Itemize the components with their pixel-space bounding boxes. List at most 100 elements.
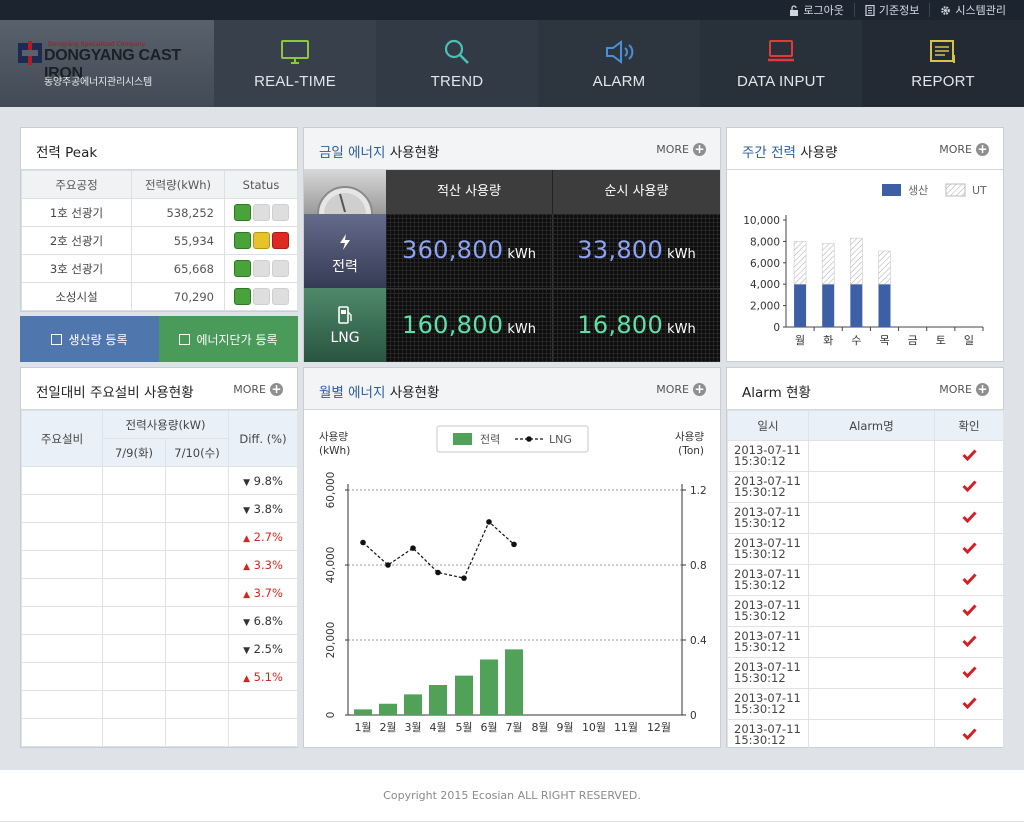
today-energy-title: 금일 에너지 사용현황	[319, 145, 440, 161]
diff-cell: ▲ 5.1%	[228, 662, 298, 691]
gauge-cell	[304, 170, 386, 215]
lng-point	[461, 575, 467, 581]
alarm-name	[808, 440, 935, 472]
diff-cell	[228, 718, 298, 747]
alarm-confirm-cell[interactable]	[934, 626, 1004, 658]
x-tick-label: 2월	[379, 721, 396, 734]
logout-link[interactable]: 로그아웃	[779, 3, 853, 17]
alarm-confirm-cell[interactable]	[934, 564, 1004, 596]
x-tick-label: 12월	[647, 721, 671, 734]
lng-point	[486, 519, 492, 525]
alarm-confirm-cell[interactable]	[934, 440, 1004, 472]
nav-data-input-label: DATA INPUT	[736, 73, 826, 90]
alarm-datetime: 2013-07-11 15:30:12	[727, 595, 809, 627]
alarm-row[interactable]: 2013-07-11 15:30:12	[727, 502, 1004, 534]
power-value: 55,934	[131, 226, 225, 255]
fuel-icon	[338, 306, 352, 324]
brand-logo[interactable]: Dongyang Specialized Company DONGYANG CA…	[0, 20, 214, 107]
nav-trend[interactable]: TREND	[376, 20, 538, 107]
alarm-confirm-cell[interactable]	[934, 595, 1004, 627]
x-tick-label: 7월	[505, 721, 522, 734]
table-row: ▲ 5.1%	[21, 662, 298, 691]
total-usage-header: 적산 사용량	[386, 170, 553, 214]
alarm-confirm-cell[interactable]	[934, 471, 1004, 503]
checkmark-icon	[961, 510, 977, 523]
y-tick-label: 2,000	[750, 301, 780, 313]
alarm-row[interactable]: 2013-07-11 15:30:12	[727, 626, 1004, 658]
nav-realtime[interactable]: REAL-TIME	[214, 20, 376, 107]
checkbox-icon	[179, 333, 191, 345]
power-bar	[480, 659, 498, 715]
nav-report[interactable]: REPORT	[862, 20, 1024, 107]
diff-cell: ▼ 9.8%	[228, 466, 298, 495]
status-lamp	[271, 232, 289, 249]
lng-total-cell: 160,800 kWh	[386, 288, 553, 362]
process-name: 2호 선광기	[21, 226, 132, 255]
weekly-power-title: 주간 전력 사용량	[742, 145, 838, 161]
legend-production-label: 생산	[908, 184, 928, 197]
table-row: ▲ 3.7%	[21, 578, 298, 607]
day2-cell	[165, 690, 229, 719]
status-lamp	[252, 232, 270, 249]
today-energy-more[interactable]: MORE +	[656, 143, 706, 156]
process-name: 3호 선광기	[21, 254, 132, 283]
diff-cell: ▲ 3.7%	[228, 578, 298, 607]
register-unit-price-label: 에너지단가 등록	[196, 332, 278, 347]
alarm-time: 15:30:12	[734, 516, 786, 530]
col-datetime: 일시	[727, 410, 809, 441]
nav-report-label: REPORT	[911, 73, 975, 90]
y-tick-label: 8,000	[750, 236, 780, 248]
alarm-row[interactable]: 2013-07-11 15:30:12	[727, 657, 1004, 689]
diff-cell: ▼ 2.5%	[228, 634, 298, 663]
speaker-icon	[606, 40, 634, 64]
alarm-row[interactable]: 2013-07-11 15:30:12	[727, 719, 1004, 751]
equipment-cell	[21, 690, 103, 719]
alarm-status-more[interactable]: MORE +	[939, 383, 989, 396]
power-total-value: 360,800	[402, 236, 504, 264]
lng-total-value: 160,800	[402, 311, 504, 339]
alarm-confirm-cell[interactable]	[934, 688, 1004, 720]
alarm-row[interactable]: 2013-07-11 15:30:12	[727, 440, 1004, 472]
alarm-status-panel: Alarm 현황 MORE + 일시 Alarm명 확인 2013-07-11 15:30…	[726, 367, 1004, 751]
nav-alarm[interactable]: ALARM	[538, 20, 700, 107]
power-instant-cell: 33,800 kWh	[553, 214, 720, 288]
alarm-time: 15:30:12	[734, 454, 786, 468]
production-bar	[878, 284, 891, 327]
alarm-row[interactable]: 2013-07-11 15:30:12	[727, 564, 1004, 596]
system-admin-link[interactable]: 시스템관리	[929, 3, 1016, 17]
weekly-power-more[interactable]: MORE +	[939, 143, 989, 156]
equipment-comparison-more[interactable]: MORE +	[233, 383, 283, 396]
table-row: ▲ 2.7%	[21, 522, 298, 551]
register-production-button[interactable]: 생산량 등록	[20, 316, 159, 362]
alarm-row[interactable]: 2013-07-11 15:30:12	[727, 471, 1004, 503]
alarm-row[interactable]: 2013-07-11 15:30:12	[727, 533, 1004, 565]
alarm-time: 15:30:12	[734, 609, 786, 623]
power-bar	[505, 649, 523, 715]
alarm-confirm-cell[interactable]	[934, 533, 1004, 565]
status-lamps	[224, 198, 298, 227]
alarm-confirm-cell[interactable]	[934, 657, 1004, 689]
x-tick-label: 5월	[455, 721, 472, 734]
alarm-confirm-cell[interactable]	[934, 719, 1004, 751]
alarm-row[interactable]: 2013-07-11 15:30:12	[727, 688, 1004, 720]
monthly-energy-more[interactable]: MORE +	[656, 383, 706, 396]
register-production-label: 생산량 등록	[68, 332, 128, 347]
y2-tick-label: 0.8	[690, 560, 707, 572]
alarm-row[interactable]: 2013-07-11 15:30:12	[727, 595, 1004, 627]
diff-cell: ▲ 3.3%	[228, 550, 298, 579]
alarm-name	[808, 502, 935, 534]
alarm-time: 15:30:12	[734, 671, 786, 685]
base-info-link[interactable]: 기준정보	[853, 3, 929, 17]
equipment-cell	[21, 634, 103, 663]
day1-cell	[102, 466, 166, 495]
y-tick-label: 0	[325, 712, 337, 719]
checkmark-icon	[961, 727, 977, 740]
diff-arrow: ▼	[243, 477, 251, 488]
nav-data-input[interactable]: DATA INPUT	[700, 20, 862, 107]
register-unit-price-button[interactable]: 에너지단가 등록	[159, 316, 298, 362]
diff-value: 6.8%	[253, 613, 283, 628]
checkmark-icon	[961, 572, 977, 585]
alarm-confirm-cell[interactable]	[934, 502, 1004, 534]
x-tick-label: 금	[908, 334, 918, 347]
col-process: 주요공정	[21, 170, 132, 199]
